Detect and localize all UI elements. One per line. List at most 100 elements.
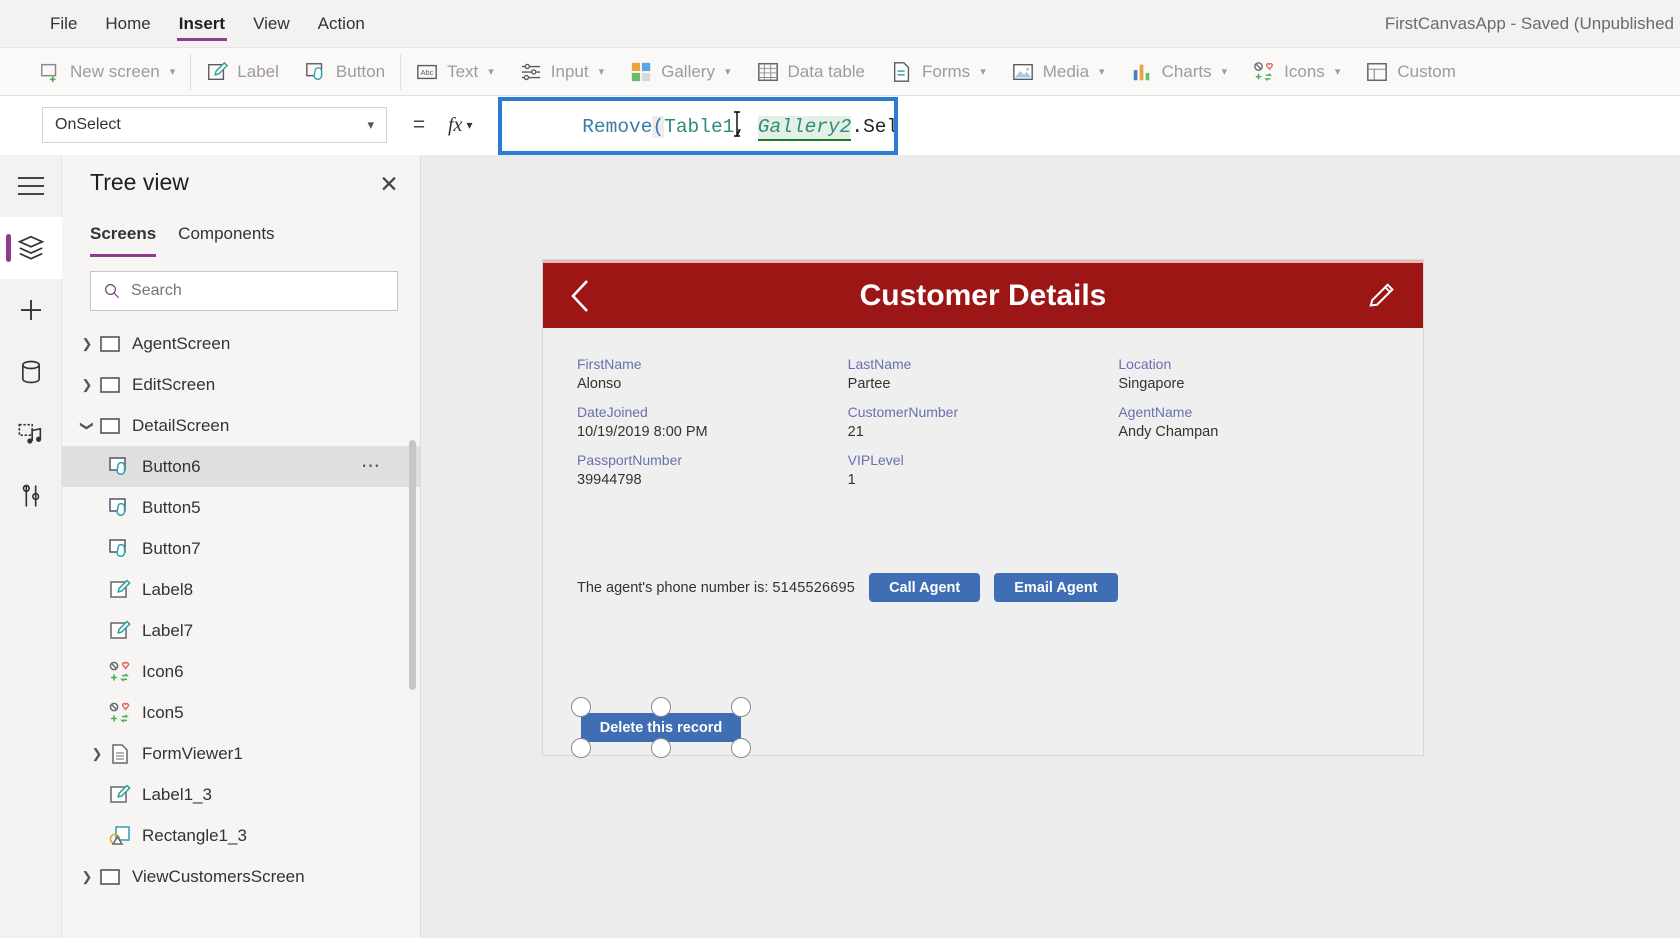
- menu-item-action[interactable]: Action: [304, 0, 379, 48]
- tree-item-rectangle1-3[interactable]: Rectangle1_3: [62, 815, 420, 856]
- tree-item-icon5[interactable]: Icon5: [62, 692, 420, 733]
- ribbon-icons[interactable]: Icons ▾: [1240, 48, 1353, 95]
- tree-item-agentscreen[interactable]: ❯ AgentScreen: [62, 323, 420, 364]
- agent-phone-number: 5145526695: [772, 579, 856, 596]
- chevron-right-icon[interactable]: ❯: [76, 336, 98, 352]
- field-label: PassportNumber: [577, 452, 683, 468]
- tab-label: Screens: [90, 224, 157, 243]
- rail-insert-button[interactable]: [0, 279, 62, 341]
- field-empty: [1118, 452, 1389, 500]
- menu-item-label: Insert: [178, 13, 226, 33]
- field-value: Alonso: [577, 376, 622, 392]
- tree-item-label: EditScreen: [132, 374, 216, 394]
- tree-item-icon6[interactable]: Icon6: [62, 651, 420, 692]
- tree-item-label7[interactable]: Label7: [62, 610, 420, 651]
- rail-advanced-button[interactable]: [0, 465, 62, 527]
- rail-tree-view-button[interactable]: [0, 217, 62, 279]
- tree-item-label: Rectangle1_3: [142, 825, 247, 845]
- field-value: 39944798: [577, 472, 642, 488]
- resize-handle-top-center[interactable]: [651, 697, 671, 717]
- resize-handle-bottom-left[interactable]: [571, 738, 591, 758]
- rail-data-button[interactable]: [0, 341, 62, 403]
- ribbon-forms[interactable]: Forms ▾: [878, 48, 999, 95]
- ribbon-label-text: Text: [447, 61, 479, 81]
- ribbon-text[interactable]: Abc Text ▾: [403, 48, 507, 95]
- resize-handle-bottom-center[interactable]: [651, 738, 671, 758]
- email-agent-button[interactable]: Email Agent: [994, 573, 1118, 602]
- ribbon-charts[interactable]: Charts ▾: [1118, 48, 1241, 95]
- agent-contact-row: The agent's phone number is: 5145526695 …: [577, 573, 1118, 602]
- ribbon-new-screen[interactable]: New screen ▾: [26, 48, 188, 95]
- form-icon: [112, 743, 128, 764]
- resize-handle-top-right[interactable]: [731, 697, 751, 717]
- tree-item-formviewer1[interactable]: ❯ FormViewer1: [62, 733, 420, 774]
- ribbon-media[interactable]: Media ▾: [999, 48, 1118, 95]
- search-box[interactable]: [90, 271, 398, 311]
- resize-handle-bottom-right[interactable]: [731, 738, 751, 758]
- resize-handle-top-left[interactable]: [571, 697, 591, 717]
- ribbon-gallery[interactable]: Gallery ▾: [617, 48, 743, 95]
- field-label: AgentName: [1118, 404, 1193, 420]
- field-value: Singapore: [1118, 376, 1185, 392]
- charts-icon: [1133, 64, 1149, 80]
- tab-screens[interactable]: Screens: [90, 217, 157, 257]
- tab-components[interactable]: Components: [178, 217, 274, 257]
- chevron-down-icon[interactable]: ❯: [79, 415, 95, 437]
- insert-plus-icon: [21, 300, 41, 320]
- chevron-right-icon[interactable]: ❯: [76, 377, 98, 393]
- ribbon-label-text: Icons: [1284, 61, 1325, 81]
- call-agent-button[interactable]: Call Agent: [869, 573, 981, 602]
- screen-title: Customer Details: [859, 278, 1107, 312]
- ribbon-label-text: Forms: [922, 61, 971, 81]
- tree-view-scrollbar[interactable]: [409, 440, 416, 690]
- form-viewer: FirstName Alonso LastName Partee Locatio…: [543, 328, 1423, 758]
- pencil-icon[interactable]: [1367, 281, 1397, 311]
- field-label: DateJoined: [577, 404, 648, 420]
- menu-item-label: Home: [105, 13, 151, 33]
- formula-token-control: Gallery2: [757, 116, 852, 141]
- formula-token-function: Remove: [582, 116, 653, 138]
- tree-item-label: Label8: [142, 579, 194, 599]
- chevron-right-icon[interactable]: ❯: [86, 746, 108, 762]
- tree-item-label8[interactable]: Label8: [62, 569, 420, 610]
- advanced-tools-icon: [22, 484, 40, 507]
- menu-item-insert[interactable]: Insert: [165, 0, 239, 48]
- tree-item-label1-3[interactable]: Label1_3: [62, 774, 420, 815]
- hamburger-menu-button[interactable]: [0, 155, 62, 217]
- ribbon-label[interactable]: Label: [193, 48, 292, 95]
- formula-text: Remove(Table1, Gallery2.Selected): [512, 101, 894, 151]
- tree-item-button5[interactable]: Button5: [62, 487, 420, 528]
- close-icon[interactable]: ✕: [374, 169, 404, 199]
- label-icon: [208, 61, 229, 80]
- tree-item-editscreen[interactable]: ❯ EditScreen: [62, 364, 420, 405]
- more-options-icon[interactable]: ⋯: [361, 455, 382, 478]
- ribbon-custom[interactable]: Custom: [1353, 48, 1469, 95]
- search-icon: [105, 284, 120, 299]
- chevron-down-icon: ▾: [466, 118, 473, 132]
- menu-item-view[interactable]: View: [239, 0, 304, 48]
- rail-media-button[interactable]: [0, 403, 62, 465]
- ribbon-data-table[interactable]: Data table: [744, 48, 879, 95]
- media-icon: [1012, 63, 1033, 80]
- detail-screen-preview: Customer Details FirstName Alonso LastNa…: [543, 260, 1423, 758]
- tree-item-viewcustomersscreen[interactable]: ❯ ViewCustomersScreen: [62, 856, 420, 897]
- tree-item-detailscreen[interactable]: ❯ DetailScreen: [62, 405, 420, 446]
- screen-icon: [100, 868, 120, 885]
- menu-item-home[interactable]: Home: [91, 0, 164, 48]
- search-input[interactable]: [131, 282, 385, 300]
- ribbon-button[interactable]: Button: [292, 48, 398, 95]
- menu-item-file[interactable]: File: [36, 0, 91, 48]
- custom-icon: [1367, 62, 1388, 81]
- formula-input[interactable]: Remove(Table1, Gallery2.Selected): [498, 97, 898, 155]
- chevron-right-icon[interactable]: ❯: [76, 869, 98, 885]
- tree-item-button7[interactable]: Button7: [62, 528, 420, 569]
- tree-item-button6[interactable]: Button6 ⋯: [62, 446, 420, 487]
- property-selector[interactable]: OnSelect ▾: [42, 107, 387, 143]
- fx-button[interactable]: fx ▾: [448, 107, 494, 143]
- ribbon-label: New screen: [70, 61, 160, 81]
- ribbon-input[interactable]: Input ▾: [507, 48, 617, 95]
- chevron-left-icon[interactable]: [567, 279, 593, 313]
- chevron-down-icon: ▾: [980, 66, 986, 78]
- app-canvas: Customer Details FirstName Alonso LastNa…: [421, 155, 1680, 938]
- delete-record-selection: Delete this record: [571, 697, 751, 758]
